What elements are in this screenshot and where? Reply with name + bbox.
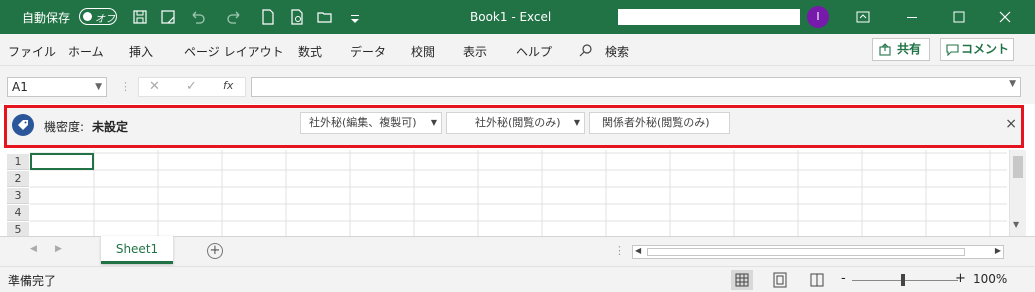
menu-search[interactable]: 検索: [605, 43, 629, 60]
worksheet-grid[interactable]: 1 2 3 4 5: [7, 150, 1007, 236]
expand-formula-icon[interactable]: ▼: [1009, 79, 1016, 89]
menu-help[interactable]: ヘルプ: [516, 43, 552, 60]
autosave-toggle[interactable]: オフ: [79, 8, 117, 25]
print-preview-icon[interactable]: [289, 9, 305, 25]
enter-icon[interactable]: ✓: [186, 79, 197, 94]
chevron-down-icon: ▼: [430, 118, 437, 127]
toggle-knob: [83, 12, 92, 21]
ribbon-display-options-icon[interactable]: [855, 9, 871, 25]
minimize-icon[interactable]: [904, 9, 920, 25]
comment-label: コメント: [961, 42, 1010, 56]
share-icon: [879, 43, 891, 56]
zoom-slider-track[interactable]: [852, 280, 958, 281]
scroll-down-icon[interactable]: ▼: [1013, 220, 1019, 229]
classification-confidential-view-button[interactable]: 社外秘(閲覧のみ) ▼: [446, 112, 585, 134]
sensitivity-value: 未設定: [92, 120, 129, 134]
horizontal-scrollbar[interactable]: ◀ ▶: [632, 245, 1004, 259]
menu-data[interactable]: データ: [350, 43, 386, 60]
normal-view-icon[interactable]: [731, 270, 753, 290]
classification-confidential-edit-label: 社外秘(編集、複製可): [309, 116, 417, 129]
insert-function-icon[interactable]: fx: [223, 79, 233, 92]
maximize-icon[interactable]: [951, 9, 967, 25]
redo-icon[interactable]: [226, 9, 242, 25]
drag-handle-icon[interactable]: ⋮: [614, 244, 625, 257]
user-avatar[interactable]: I: [807, 6, 829, 28]
status-text: 準備完了: [8, 274, 57, 288]
autosave-state: オフ: [95, 14, 115, 25]
sensitivity-label: 機密度:: [44, 120, 85, 134]
close-window-icon[interactable]: [997, 9, 1013, 25]
new-file-icon[interactable]: [260, 9, 276, 25]
name-box-value: A1: [12, 80, 28, 94]
classification-restricted-view-button[interactable]: 関係者外秘(閲覧のみ): [589, 112, 730, 134]
chevron-down-icon[interactable]: ▼: [95, 78, 102, 96]
customize-toolbar-icon[interactable]: [347, 9, 363, 25]
chevron-down-icon: ▼: [573, 118, 580, 127]
status-bar: 準備完了 - + 100%: [0, 266, 1035, 292]
search-icon[interactable]: [579, 43, 593, 57]
next-sheet-icon[interactable]: ▶: [55, 244, 62, 254]
scroll-left-icon[interactable]: ◀: [635, 246, 641, 255]
row-header-3[interactable]: 3: [7, 188, 29, 204]
page-break-view-icon[interactable]: [806, 270, 828, 290]
horizontal-scroll-thumb[interactable]: [647, 248, 965, 256]
menu-home[interactable]: ホーム: [68, 43, 104, 60]
zoom-level[interactable]: 100%: [973, 272, 1007, 286]
sensitivity-tag-icon: [12, 114, 34, 136]
classification-confidential-view-label: 社外秘(閲覧のみ): [475, 116, 561, 129]
menu-review[interactable]: 校閲: [411, 43, 435, 60]
cancel-icon[interactable]: ✕: [149, 79, 160, 94]
comment-button[interactable]: コメント: [940, 38, 1014, 61]
sheet-tabs-bar: ◀ ▶ Sheet1 + ⋮ ◀ ▶: [0, 236, 1035, 266]
formula-input[interactable]: ▼: [251, 77, 1021, 97]
row-header-2[interactable]: 2: [7, 171, 29, 187]
open-folder-icon[interactable]: [317, 9, 333, 25]
ribbon-tabs: ファイル ホーム 挿入 ページ レイアウト 数式 データ 校閲 表示 ヘルプ 検…: [0, 34, 1035, 66]
comment-icon: [946, 44, 959, 56]
autosave-label: 自動保存: [22, 11, 71, 25]
page-layout-view-icon[interactable]: [769, 270, 791, 290]
menu-formulas[interactable]: 数式: [298, 43, 322, 60]
sensitivity-bar: 機密度: 未設定 社外秘(編集、複製可) ▼ 社外秘(閲覧のみ) ▼ 関係者外秘…: [4, 105, 1024, 148]
formula-buttons: ✕ ✓ fx: [138, 77, 246, 97]
add-sheet-icon[interactable]: +: [207, 243, 223, 259]
classification-confidential-edit-button[interactable]: 社外秘(編集、複製可) ▼: [300, 112, 442, 134]
share-button[interactable]: 共有: [872, 38, 930, 61]
classification-restricted-view-label: 関係者外秘(閲覧のみ): [602, 116, 710, 129]
drag-handle-icon[interactable]: ⋮: [120, 80, 131, 93]
save-as-icon[interactable]: [160, 9, 176, 25]
close-icon[interactable]: ×: [1005, 116, 1017, 132]
row-header-4[interactable]: 4: [7, 205, 29, 221]
menu-view[interactable]: 表示: [463, 43, 487, 60]
title-search-box[interactable]: [618, 9, 800, 25]
menu-page-layout[interactable]: ページ レイアウト: [184, 43, 284, 60]
vertical-scrollbar[interactable]: ▼: [1009, 150, 1026, 236]
save-icon[interactable]: [132, 9, 148, 25]
document-title: Book1 - Excel: [470, 10, 552, 24]
zoom-out-button[interactable]: -: [841, 271, 846, 286]
sheet-tab-sheet1[interactable]: Sheet1: [101, 236, 173, 264]
name-box[interactable]: A1 ▼: [7, 77, 107, 97]
row-header-5[interactable]: 5: [7, 222, 29, 236]
zoom-in-button[interactable]: +: [955, 271, 966, 286]
scroll-right-icon[interactable]: ▶: [995, 246, 1001, 255]
prev-sheet-icon[interactable]: ◀: [30, 244, 37, 254]
row-header-1[interactable]: 1: [7, 154, 29, 170]
selected-cell-a1[interactable]: [30, 153, 94, 170]
share-label: 共有: [897, 42, 922, 56]
title-bar: 自動保存 オフ Book1 - Excel I: [0, 0, 1035, 34]
undo-icon[interactable]: [190, 9, 206, 25]
vertical-scroll-thumb[interactable]: [1013, 156, 1023, 178]
grid-lines: [30, 150, 1007, 236]
zoom-slider-thumb[interactable]: [901, 274, 905, 286]
menu-file[interactable]: ファイル: [8, 43, 56, 60]
menu-insert[interactable]: 挿入: [129, 43, 153, 60]
